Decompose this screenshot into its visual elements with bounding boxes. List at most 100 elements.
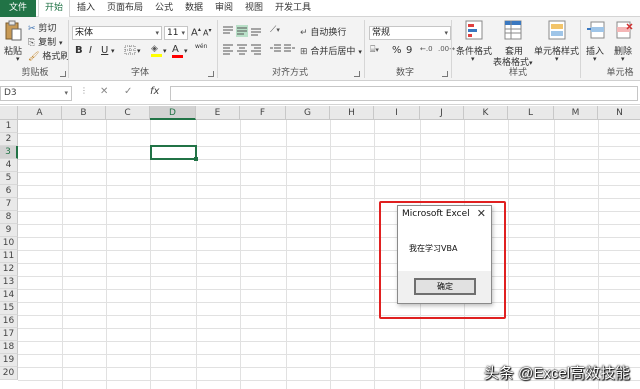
- merge-center-button[interactable]: ⊞ 合并后居中 ▾: [300, 44, 362, 57]
- row-header-4[interactable]: 4: [0, 159, 18, 172]
- row-header-13[interactable]: 13: [0, 276, 18, 289]
- column-header-i[interactable]: I: [374, 106, 420, 120]
- tab-developer[interactable]: 开发工具: [270, 0, 316, 17]
- close-icon[interactable]: ✕: [477, 207, 486, 220]
- number-launcher-icon[interactable]: [442, 71, 448, 77]
- number-format-select[interactable]: 常规 ▾: [369, 26, 451, 40]
- formula-input[interactable]: [170, 86, 638, 101]
- column-header-a[interactable]: A: [18, 106, 62, 120]
- comma-button[interactable]: 9: [406, 45, 412, 56]
- paste-button[interactable]: [2, 20, 24, 45]
- gridline: [18, 237, 640, 238]
- spreadsheet-grid[interactable]: A B C D E F G H I J K L M N 1 2 3 4 5 6 …: [0, 106, 640, 389]
- gridline: [150, 120, 151, 389]
- font-launcher-icon[interactable]: [208, 71, 214, 77]
- row-header-8[interactable]: 8: [0, 211, 18, 224]
- column-header-f[interactable]: F: [240, 106, 286, 120]
- horizontal-align-icons[interactable]: [222, 43, 264, 55]
- formula-bar: D3 ▾ ⋮ ✕ ✓ fx: [0, 83, 640, 105]
- tab-formulas[interactable]: 公式: [150, 0, 178, 17]
- indent-icons[interactable]: [270, 43, 296, 55]
- borders-dropdown-icon[interactable]: ▾: [137, 47, 141, 55]
- bold-button[interactable]: B: [75, 45, 83, 56]
- percent-button[interactable]: %: [392, 45, 402, 56]
- column-header-k[interactable]: K: [464, 106, 508, 120]
- column-header-l[interactable]: L: [508, 106, 554, 120]
- currency-button[interactable]: ⌸▾: [370, 45, 379, 55]
- tab-view[interactable]: 视图: [240, 0, 268, 17]
- row-header-2[interactable]: 2: [0, 133, 18, 146]
- format-painter-button[interactable]: 🖌 格式刷: [28, 49, 69, 62]
- format-as-table-button[interactable]: [498, 20, 528, 43]
- insert-cells-button[interactable]: [584, 20, 608, 43]
- cancel-icon[interactable]: ✕: [100, 86, 108, 97]
- italic-button[interactable]: I: [89, 45, 92, 56]
- font-color-dropdown-icon[interactable]: ▾: [184, 47, 188, 55]
- fill-color-button[interactable]: ◈: [151, 44, 162, 57]
- active-cell[interactable]: [150, 145, 197, 160]
- row-header-6[interactable]: 6: [0, 185, 18, 198]
- row-header-17[interactable]: 17: [0, 328, 18, 341]
- name-box[interactable]: D3 ▾: [0, 86, 72, 101]
- row-header-9[interactable]: 9: [0, 224, 18, 237]
- row-header-11[interactable]: 11: [0, 250, 18, 263]
- ok-button[interactable]: 确定: [414, 278, 476, 295]
- enter-icon[interactable]: ✓: [124, 86, 132, 97]
- copy-button[interactable]: ⎘ 复制 ▾: [28, 35, 62, 48]
- delete-cells-button[interactable]: [612, 20, 636, 43]
- underline-dropdown-icon[interactable]: ▾: [111, 47, 115, 55]
- tab-review[interactable]: 审阅: [210, 0, 238, 17]
- row-header-3[interactable]: 3: [0, 146, 18, 159]
- row-header-1[interactable]: 1: [0, 120, 18, 133]
- fill-color-dropdown-icon[interactable]: ▾: [163, 47, 167, 55]
- column-header-b[interactable]: B: [62, 106, 106, 120]
- grow-font-button[interactable]: A▴: [191, 26, 201, 38]
- tab-home[interactable]: 开始: [38, 0, 70, 18]
- row-header-19[interactable]: 19: [0, 354, 18, 367]
- column-header-j[interactable]: J: [420, 106, 464, 120]
- fill-handle[interactable]: [194, 157, 198, 161]
- clipboard-launcher-icon[interactable]: [60, 71, 66, 77]
- row-header-7[interactable]: 7: [0, 198, 18, 211]
- column-header-m[interactable]: M: [554, 106, 598, 120]
- row-header-12[interactable]: 12: [0, 263, 18, 276]
- row-header-20[interactable]: 20: [0, 367, 18, 380]
- row-header-5[interactable]: 5: [0, 172, 18, 185]
- tab-data[interactable]: 数据: [180, 0, 208, 17]
- font-size-select[interactable]: 11 ▾: [164, 26, 188, 40]
- font-color-button[interactable]: A: [172, 44, 183, 58]
- tab-insert[interactable]: 插入: [72, 0, 100, 17]
- font-name-select[interactable]: 宋体 ▾: [72, 26, 162, 40]
- row-header-16[interactable]: 16: [0, 315, 18, 328]
- underline-button[interactable]: U: [101, 45, 108, 56]
- shrink-font-button[interactable]: A▾: [203, 27, 212, 38]
- conditional-format-button[interactable]: [457, 20, 491, 43]
- column-header-e[interactable]: E: [196, 106, 240, 120]
- column-header-n[interactable]: N: [598, 106, 640, 120]
- row-header-10[interactable]: 10: [0, 237, 18, 250]
- vertical-align-icons[interactable]: [222, 25, 264, 37]
- column-header-d[interactable]: D: [150, 106, 196, 120]
- decrease-decimal-button[interactable]: .00→: [438, 45, 455, 53]
- phonetic-button[interactable]: wén: [195, 43, 207, 50]
- table-icon: [504, 20, 522, 40]
- increase-decimal-button[interactable]: ←.0: [420, 45, 433, 53]
- alignment-launcher-icon[interactable]: [354, 71, 360, 77]
- select-all-corner[interactable]: [0, 106, 18, 120]
- wrap-text-button[interactable]: ↵ 自动换行: [300, 25, 346, 38]
- row-header-18[interactable]: 18: [0, 341, 18, 354]
- tab-file[interactable]: 文件: [0, 0, 36, 17]
- insert-function-icon[interactable]: fx: [150, 86, 159, 97]
- cell-styles-button[interactable]: [542, 20, 572, 43]
- row-header-14[interactable]: 14: [0, 289, 18, 302]
- paste-dropdown-icon[interactable]: ▾: [16, 55, 20, 63]
- gridline: [18, 211, 640, 212]
- row-header-15[interactable]: 15: [0, 302, 18, 315]
- borders-button[interactable]: [124, 45, 136, 58]
- tab-page-layout[interactable]: 页面布局: [102, 0, 148, 17]
- orientation-button[interactable]: ⟋▾: [270, 25, 280, 35]
- column-header-h[interactable]: H: [330, 106, 374, 120]
- column-header-c[interactable]: C: [106, 106, 150, 120]
- column-header-g[interactable]: G: [286, 106, 330, 120]
- cut-button[interactable]: ✂ 剪切: [28, 21, 56, 34]
